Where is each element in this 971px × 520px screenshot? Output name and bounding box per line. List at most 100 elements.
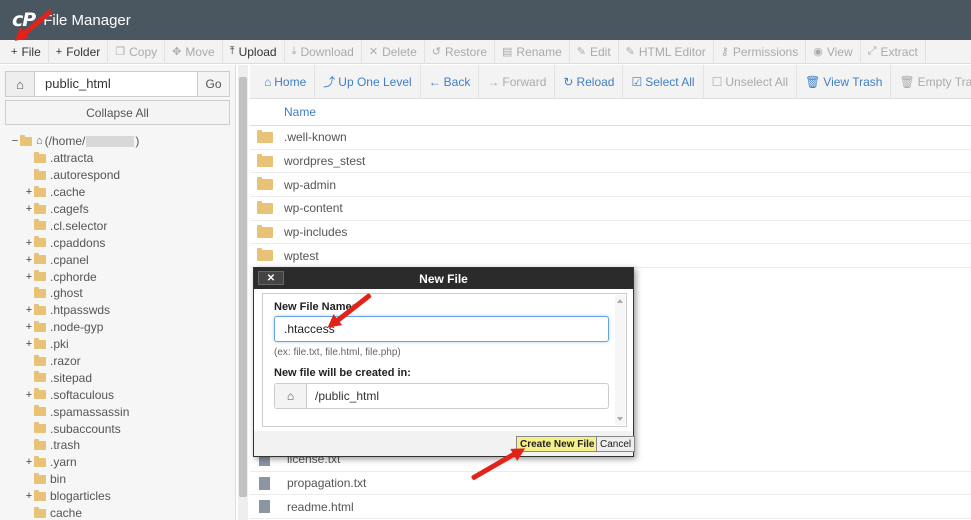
- folder-tree: − ⌂ (/home/ ) .attracta .autorespond + .cac…: [10, 133, 140, 520]
- tree-item[interactable]: cache: [10, 505, 139, 520]
- file-row[interactable]: wp-admin: [250, 173, 971, 198]
- tree-item-label: .razor: [50, 354, 81, 369]
- toolbar-download-button[interactable]: ⤓ Download: [285, 39, 362, 64]
- toolbar-label: Permissions: [732, 44, 799, 59]
- collapse-all-button[interactable]: Collapse All: [5, 100, 230, 125]
- tree-item[interactable]: .cl.selector: [10, 217, 139, 234]
- dialog-body: New File Name: .htaccess (ex: file.txt, …: [262, 293, 627, 427]
- tree-item[interactable]: + blogarticles: [10, 488, 139, 505]
- tree-item[interactable]: .attracta: [10, 150, 139, 167]
- path-input[interactable]: public_html: [35, 71, 198, 97]
- toolbar-permissions-icon: ⚷: [720, 46, 729, 58]
- nav-up-one-level-button[interactable]: ⤴ Up One Level: [315, 64, 421, 99]
- file-icon: [259, 500, 270, 514]
- dialog-scrollbar[interactable]: [615, 295, 625, 425]
- tree-item[interactable]: .autorespond: [10, 167, 139, 184]
- toolbar-move-button[interactable]: ✥ Move: [165, 39, 223, 64]
- tree-item[interactable]: + .pki: [10, 336, 139, 353]
- tree-item[interactable]: + .cpaddons: [10, 234, 139, 251]
- toolbar-rename-button[interactable]: ▤ Rename: [495, 39, 570, 64]
- nav-label: Unselect All: [725, 74, 789, 89]
- tree-root[interactable]: − ⌂ (/home/ ): [10, 133, 140, 150]
- toolbar-html-editor-button[interactable]: ✎ HTML Editor: [619, 39, 714, 64]
- tree-item[interactable]: .razor: [10, 353, 139, 370]
- file-row[interactable]: .well-known: [250, 126, 971, 150]
- go-button[interactable]: Go: [198, 71, 230, 97]
- cancel-button[interactable]: Cancel: [596, 436, 636, 452]
- home-icon[interactable]: ⌂: [5, 71, 35, 97]
- file-row[interactable]: wordpres_stest: [250, 150, 971, 174]
- nav-back-button[interactable]: ← Back: [421, 64, 480, 99]
- toolbar-folder-button[interactable]: + Folder: [49, 39, 109, 64]
- expand-toggle-icon[interactable]: +: [24, 271, 34, 283]
- toolbar-folder-icon: +: [55, 45, 63, 58]
- toolbar-upload-button[interactable]: ⤒ Upload: [223, 39, 285, 64]
- expand-toggle-icon[interactable]: +: [24, 321, 34, 333]
- expand-toggle-icon[interactable]: +: [24, 338, 34, 350]
- expand-toggle-icon[interactable]: +: [24, 254, 34, 266]
- expand-toggle-icon[interactable]: +: [24, 389, 34, 401]
- expand-toggle-icon[interactable]: +: [24, 237, 34, 249]
- toolbar-label: Move: [185, 44, 215, 59]
- close-icon[interactable]: ✕: [258, 271, 284, 285]
- nav-unselect-all-button[interactable]: ☐ Unselect All: [704, 64, 798, 99]
- nav-select-all-button[interactable]: ☑ Select All: [623, 64, 704, 99]
- toolbar-label: Download: [300, 44, 354, 59]
- create-new-file-button[interactable]: Create New File: [516, 436, 599, 452]
- tree-item[interactable]: + .cache: [10, 184, 139, 201]
- nav-empty-trash-button[interactable]: 🗑Empty Trash: [891, 65, 971, 99]
- file-row[interactable]: wptest: [250, 244, 971, 269]
- tree-item[interactable]: + .cpanel: [10, 251, 139, 268]
- toolbar-view-button[interactable]: ◉ View: [806, 39, 861, 64]
- tree-item[interactable]: .spamassassin: [10, 403, 139, 420]
- file-row[interactable]: wp-includes: [250, 221, 971, 245]
- folder-icon: [257, 200, 273, 214]
- toolbar-copy-button[interactable]: ❐ Copy: [108, 39, 166, 64]
- collapse-toggle-icon[interactable]: −: [10, 135, 20, 147]
- tree-item[interactable]: .ghost: [10, 285, 139, 302]
- nav-label: Up One Level: [338, 74, 412, 89]
- location-value[interactable]: /public_html: [307, 384, 379, 408]
- expand-toggle-icon[interactable]: +: [24, 490, 34, 502]
- expand-toggle-icon[interactable]: +: [24, 186, 34, 198]
- toolbar-file-button[interactable]: + File: [4, 39, 49, 64]
- left-panel-scrollbar[interactable]: [238, 65, 248, 520]
- file-row[interactable]: propagation.txt: [250, 472, 971, 496]
- left-panel: ⌂ public_html Go Collapse All − ⌂ (/home…: [0, 65, 236, 520]
- toolbar-edit-button[interactable]: ✎ Edit: [570, 39, 619, 64]
- expand-toggle-icon[interactable]: +: [24, 456, 34, 468]
- tree-item[interactable]: .sitepad: [10, 369, 139, 386]
- tree-item[interactable]: bin: [10, 471, 139, 488]
- tree-item[interactable]: + .htpasswds: [10, 302, 139, 319]
- folder-icon: [34, 422, 46, 434]
- folder-icon: [34, 320, 46, 332]
- tree-item[interactable]: .trash: [10, 437, 139, 454]
- nav-label: Empty Trash: [917, 74, 971, 89]
- nav-reload-button[interactable]: ↻ Reload: [555, 64, 624, 99]
- toolbar-permissions-button[interactable]: ⚷ Permissions: [714, 39, 807, 64]
- tree-item[interactable]: + .softaculous: [10, 386, 139, 403]
- nav-forward-button[interactable]: → Forward: [479, 64, 556, 99]
- tree-item[interactable]: + .yarn: [10, 454, 139, 471]
- tree-item[interactable]: .subaccounts: [10, 420, 139, 437]
- expand-toggle-icon[interactable]: +: [24, 203, 34, 215]
- nav-home-button[interactable]: ⌂ Home: [256, 64, 316, 99]
- tree-item[interactable]: + .cagefs: [10, 201, 139, 218]
- nav-view-trash-button[interactable]: 🗑 View Trash: [797, 64, 892, 99]
- toolbar-delete-button[interactable]: ✕ Delete: [362, 39, 425, 64]
- toolbar-extract-button[interactable]: ⤢ Extract: [861, 39, 926, 64]
- toolbar-restore-button[interactable]: ↺ Restore: [425, 39, 495, 64]
- file-name: wp-admin: [284, 177, 337, 192]
- location-field[interactable]: ⌂ /public_html: [274, 383, 609, 409]
- expand-toggle-icon[interactable]: +: [24, 304, 34, 316]
- name-column-header[interactable]: Name: [250, 99, 971, 126]
- tree-item[interactable]: + .cphorde: [10, 268, 139, 285]
- redacted-username: [86, 135, 135, 147]
- folder-icon: [257, 177, 273, 191]
- file-row[interactable]: wp-content: [250, 197, 971, 221]
- tree-item[interactable]: + .node-gyp: [10, 319, 139, 336]
- scrollbar-thumb[interactable]: [239, 77, 247, 497]
- tree-item-label: .attracta: [50, 151, 94, 166]
- file-row[interactable]: readme.html: [250, 495, 971, 520]
- toolbar-upload-icon: ⤒: [229, 45, 235, 57]
